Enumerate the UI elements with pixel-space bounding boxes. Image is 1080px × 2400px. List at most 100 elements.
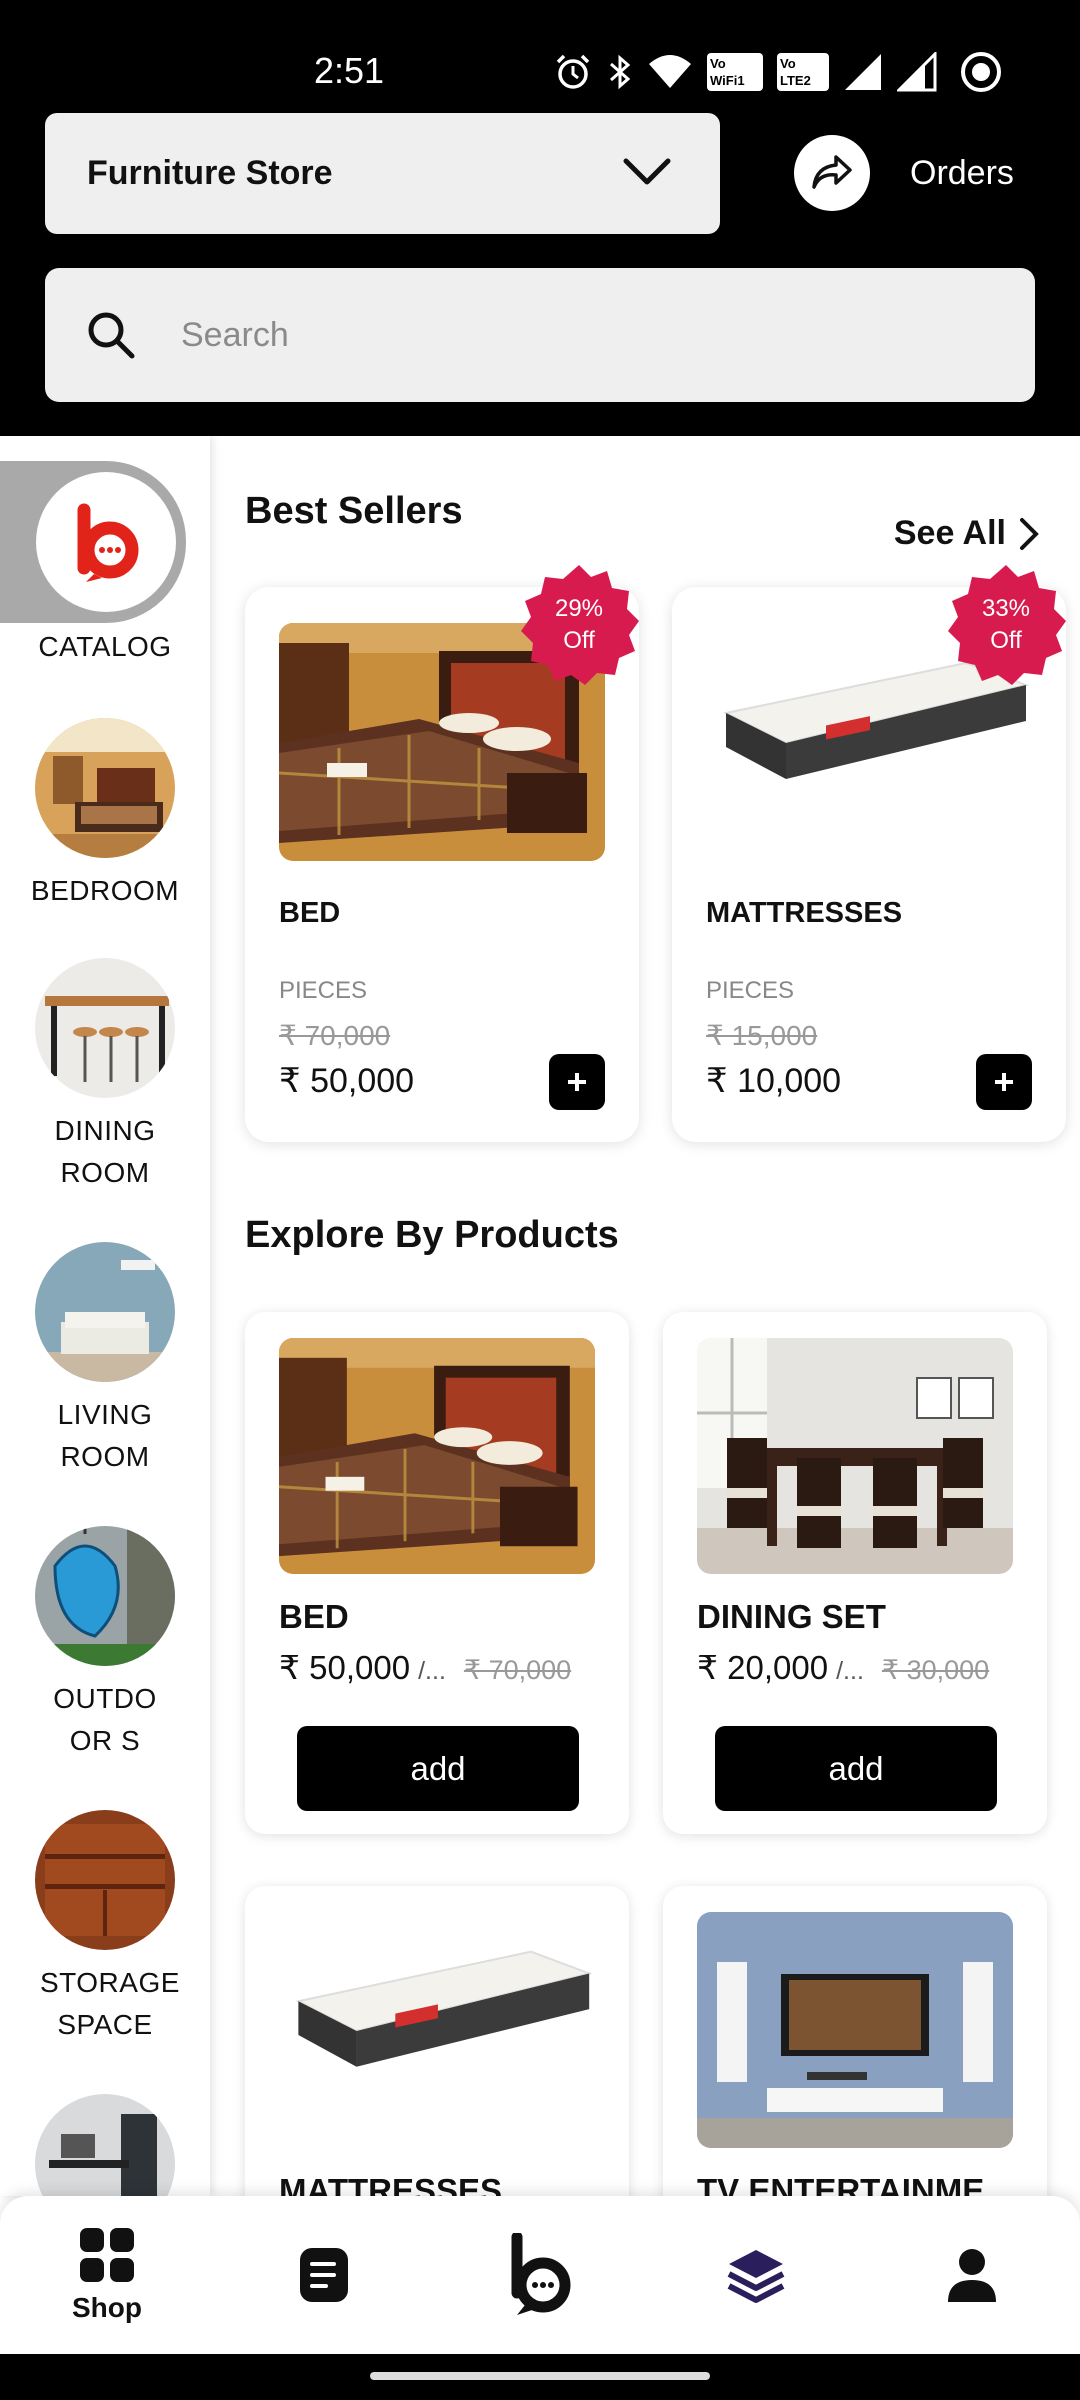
- tv-unit-image: [697, 1912, 1013, 2148]
- product-price: ₹ 50,000: [279, 1062, 415, 1100]
- status-icons: Vo WiFi1 Vo LTE2: [553, 50, 1003, 94]
- add-button[interactable]: add: [297, 1726, 579, 1811]
- storage-thumbnail: [35, 1810, 175, 1950]
- sidebar-item-dining-room[interactable]: DINING ROOM: [0, 958, 210, 1194]
- nav-shop[interactable]: Shop: [27, 2196, 187, 2354]
- volte-icon: Vo LTE2: [777, 53, 829, 91]
- discount-off: Off: [990, 627, 1022, 654]
- product-name: BED: [279, 1598, 349, 1635]
- product-name: MATTRESSES: [706, 897, 903, 929]
- sidebar-item-label: LIVING ROOM: [57, 1399, 153, 1472]
- product-card[interactable]: DINING SET ₹ 20,000 /... ₹ 30,000 add: [663, 1312, 1047, 1834]
- brand-logo-icon: [511, 2233, 571, 2315]
- office-thumbnail: [35, 2094, 175, 2196]
- grid-icon: [80, 2228, 134, 2282]
- main-content: Best Sellers See All 29% Off BED PIECES …: [210, 436, 1080, 2196]
- plus-icon: [568, 1073, 586, 1091]
- product-price: ₹ 50,000: [279, 1649, 411, 1686]
- discount-percent: 33%: [981, 595, 1031, 622]
- orders-button[interactable]: Orders: [794, 133, 1014, 213]
- share-icon: [794, 135, 870, 211]
- sidebar-item-label: STORAGE SPACE: [40, 1967, 180, 2040]
- price-row: ₹ 20,000 /... ₹ 30,000: [697, 1648, 989, 1687]
- product-name: DINING SET: [697, 1598, 886, 1635]
- orders-list-icon: [300, 2248, 348, 2302]
- see-all-label: See All: [893, 514, 1006, 552]
- product-card[interactable]: MATTRESSES: [245, 1886, 629, 2196]
- catalog-logo[interactable]: [36, 472, 176, 612]
- signal-icon: [897, 52, 937, 92]
- product-mrp: ₹ 15,000: [706, 1020, 818, 1051]
- vowifi-bottom: WiFi1: [710, 73, 745, 88]
- status-time: 2:51: [314, 50, 385, 91]
- best-seller-card[interactable]: 33% Off MATTRESSES PIECES ₹ 15,000 ₹ 10,…: [672, 565, 1066, 1142]
- see-all-link[interactable]: See All: [894, 514, 1040, 553]
- sidebar-item-label: CATALOG: [38, 631, 172, 662]
- sidebar-item-label: OUTDOOR S: [53, 1683, 157, 1756]
- add-button[interactable]: add: [715, 1726, 997, 1811]
- sidebar-item-outdoors[interactable]: OUTDOOR S: [0, 1526, 210, 1762]
- discount-badge: 33% Off: [944, 563, 1068, 687]
- product-mrp: ₹ 30,000: [881, 1655, 990, 1685]
- product-unit: /...: [836, 1657, 864, 1685]
- best-seller-card[interactable]: 29% Off BED PIECES ₹ 70,000 ₹ 50,000: [245, 565, 639, 1142]
- nav-catalog[interactable]: [676, 2196, 836, 2354]
- sidebar-item-bedroom[interactable]: BEDROOM: [0, 718, 210, 912]
- best-sellers-title: Best Sellers: [245, 490, 463, 532]
- product-name: MATTRESSES: [279, 2172, 503, 2196]
- nav-home[interactable]: [460, 2196, 620, 2354]
- sidebar-item-office[interactable]: [0, 2094, 210, 2196]
- vowifi-icon: Vo WiFi1: [707, 53, 763, 91]
- vowifi-top: Vo: [710, 56, 726, 71]
- signal-icon: [845, 54, 881, 90]
- store-selector[interactable]: Furniture Store: [45, 113, 720, 234]
- discount-off: Off: [563, 627, 595, 654]
- home-indicator[interactable]: [370, 2372, 710, 2380]
- explore-title: Explore By Products: [245, 1214, 619, 1256]
- search-bar[interactable]: [45, 268, 1035, 402]
- alarm-icon: [556, 54, 590, 89]
- app-header: 2:51 Vo WiFi1 Vo LTE2 Furniture Store Or…: [0, 0, 1080, 436]
- brand-logo-icon: [54, 490, 158, 594]
- price-row: ₹ 50,000 /... ₹ 70,000: [279, 1648, 571, 1687]
- search-input[interactable]: [181, 315, 981, 355]
- bottom-navigation: Shop: [0, 2196, 1080, 2354]
- outdoors-thumbnail: [35, 1526, 175, 1666]
- plus-icon: [995, 1073, 1013, 1091]
- product-name: TV ENTERTAINME...: [697, 2172, 1012, 2196]
- bedroom-thumbnail: [35, 718, 175, 858]
- living-room-thumbnail: [35, 1242, 175, 1382]
- add-to-cart-button[interactable]: [549, 1054, 605, 1110]
- nav-shop-label: Shop: [72, 2292, 142, 2323]
- sidebar-item-label: BEDROOM: [30, 875, 180, 906]
- discount-percent: 29%: [554, 595, 604, 622]
- sidebar-item-living-room[interactable]: LIVING ROOM: [0, 1242, 210, 1478]
- sidebar-item-label: DINING ROOM: [54, 1115, 156, 1188]
- bluetooth-icon: [610, 54, 631, 90]
- sidebar-item-catalog[interactable]: CATALOG: [0, 626, 210, 668]
- wifi-icon: [649, 55, 691, 88]
- chevron-right-icon: [1020, 517, 1039, 550]
- volte-top: Vo: [780, 56, 796, 71]
- status-bar: 2:51 Vo WiFi1 Vo LTE2: [0, 0, 1080, 110]
- record-icon: [961, 52, 1001, 92]
- product-card[interactable]: TV ENTERTAINME...: [663, 1886, 1047, 2196]
- discount-badge: 29% Off: [517, 563, 641, 687]
- mattress-image: [279, 1912, 595, 2148]
- add-to-cart-button[interactable]: [976, 1054, 1032, 1110]
- product-mrp: ₹ 70,000: [463, 1655, 572, 1685]
- product-unit: /...: [418, 1657, 446, 1685]
- dining-set-image: [697, 1338, 1013, 1574]
- product-unit: PIECES: [706, 977, 795, 1004]
- sidebar-item-storage-space[interactable]: STORAGE SPACE: [0, 1810, 210, 2046]
- profile-icon: [948, 2249, 996, 2302]
- category-sidebar: CATALOG BEDROOM DINING ROOM LIVING ROOM …: [0, 436, 210, 2196]
- nav-profile[interactable]: [892, 2196, 1052, 2354]
- product-name: BED: [279, 897, 341, 929]
- bed-image: [279, 1338, 595, 1574]
- orders-label: Orders: [910, 153, 1014, 192]
- product-price: ₹ 10,000: [706, 1062, 842, 1100]
- product-card[interactable]: BED ₹ 50,000 /... ₹ 70,000 add: [245, 1312, 629, 1834]
- product-price: ₹ 20,000: [697, 1649, 829, 1686]
- nav-orders[interactable]: [244, 2196, 404, 2354]
